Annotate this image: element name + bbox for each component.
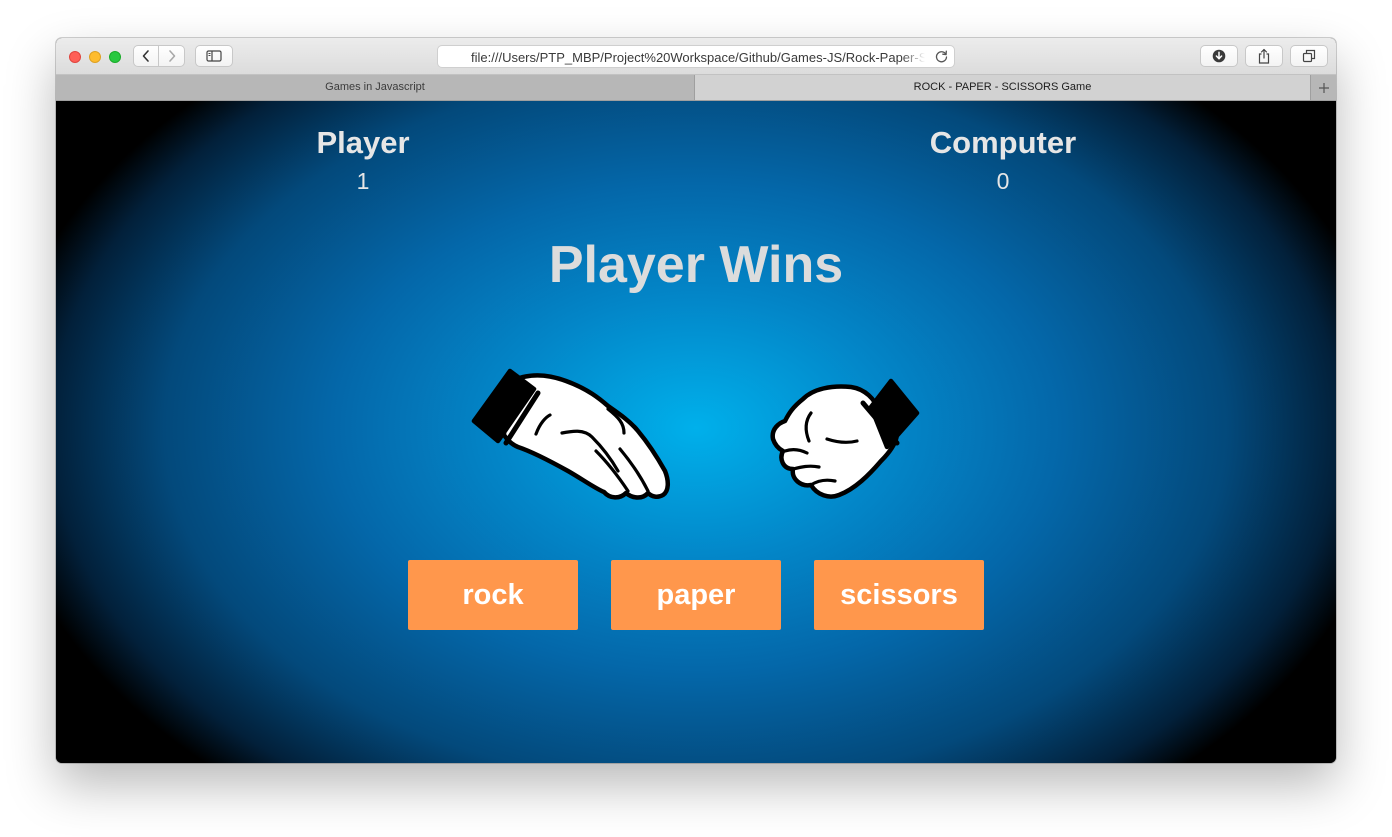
- computer-score-panel: Computer 0: [853, 125, 1153, 195]
- paper-hand-icon: [471, 368, 670, 500]
- tab-rock-paper-scissors[interactable]: ROCK - PAPER - SCISSORS Game: [695, 75, 1310, 100]
- tab-overview-button[interactable]: [1290, 45, 1328, 67]
- paper-button[interactable]: paper: [611, 560, 781, 630]
- plus-icon: [1318, 82, 1329, 93]
- scissors-button[interactable]: scissors: [814, 560, 984, 630]
- game-area: Player 1 Computer 0 Player Wins rock pap…: [56, 101, 1336, 763]
- sidebar-button[interactable]: [195, 45, 233, 67]
- computer-score: 0: [996, 168, 1010, 194]
- choice-buttons: rock paper scissors: [408, 560, 984, 630]
- browser-toolbar: file:///Users/PTP_MBP/Project%20Workspac…: [56, 38, 1336, 75]
- reload-icon[interactable]: [934, 49, 949, 64]
- rock-hand-icon: [770, 378, 920, 499]
- tab-games-in-javascript[interactable]: Games in Javascript: [56, 75, 695, 100]
- chevron-left-icon: [142, 50, 149, 62]
- sidebar-icon: [206, 50, 222, 62]
- chevron-right-icon: [168, 50, 175, 62]
- new-tab-button[interactable]: [1310, 75, 1336, 100]
- rock-button[interactable]: rock: [408, 560, 578, 630]
- zoom-window-button[interactable]: [109, 51, 121, 63]
- share-button[interactable]: [1245, 45, 1283, 67]
- navigation-buttons: [133, 45, 186, 67]
- close-window-button[interactable]: [69, 51, 81, 63]
- download-icon: [1212, 49, 1226, 63]
- address-bar[interactable]: file:///Users/PTP_MBP/Project%20Workspac…: [437, 45, 955, 68]
- url-text: file:///Users/PTP_MBP/Project%20Workspac…: [471, 50, 925, 65]
- share-icon: [1258, 48, 1270, 64]
- player-score-panel: Player 1: [213, 125, 513, 195]
- computer-label: Computer: [929, 125, 1077, 160]
- result-message: Player Wins: [548, 236, 844, 294]
- player-score: 1: [356, 168, 370, 194]
- downloads-button[interactable]: [1200, 45, 1238, 67]
- tabs-overview-icon: [1302, 49, 1316, 63]
- back-button[interactable]: [133, 45, 159, 67]
- forward-button[interactable]: [159, 45, 185, 67]
- minimize-window-button[interactable]: [89, 51, 101, 63]
- tab-bar: Games in Javascript ROCK - PAPER - SCISS…: [56, 75, 1336, 101]
- browser-window: file:///Users/PTP_MBP/Project%20Workspac…: [56, 38, 1336, 763]
- player-label: Player: [316, 125, 410, 160]
